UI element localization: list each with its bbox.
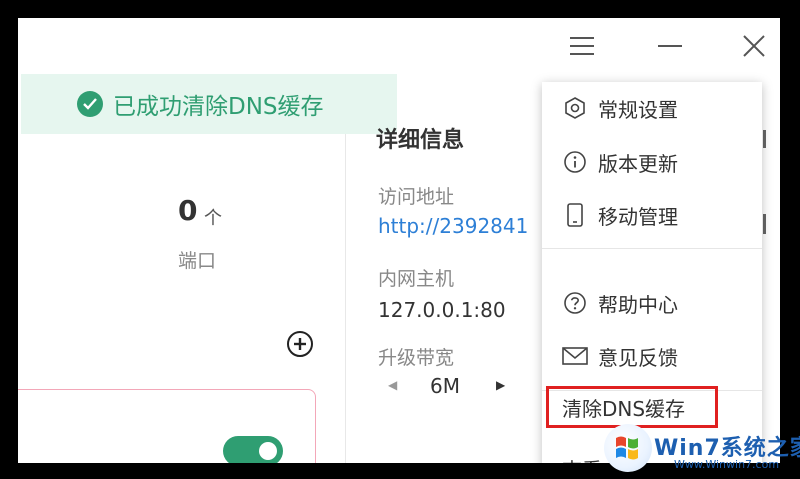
screenshot-frame: 已成功清除DNS缓存 0 个 端口 详细信息 访问地址 http://23928…: [0, 0, 800, 479]
mobile-icon: [562, 202, 588, 228]
title-bar: [18, 18, 780, 74]
bandwidth-value: 6M: [430, 374, 460, 398]
ports-label: 端口: [178, 250, 217, 272]
windows-logo-icon: [604, 424, 652, 472]
bandwidth-decrease-button[interactable]: ◀: [388, 378, 397, 392]
edge-fragment: [763, 214, 766, 234]
menu-separator: [542, 248, 762, 249]
success-toast: 已成功清除DNS缓存: [21, 74, 397, 134]
hamburger-icon: [570, 37, 594, 55]
menu-item-label: 帮助中心: [598, 292, 678, 317]
bandwidth-increase-button[interactable]: ▶: [496, 378, 505, 392]
plus-circle-icon: [287, 331, 313, 357]
close-button[interactable]: [738, 30, 770, 62]
details-title: 详细信息: [376, 128, 465, 153]
menu-item-feedback[interactable]: 意见反馈: [542, 332, 762, 380]
menu-item-label: 版本更新: [598, 151, 678, 176]
menu-item-mobile-management[interactable]: 移动管理: [542, 191, 762, 239]
minimize-button[interactable]: [654, 30, 686, 62]
tunnel-toggle[interactable]: [223, 436, 283, 463]
toast-message: 已成功清除DNS缓存: [113, 94, 324, 120]
main-menu-button[interactable]: [566, 30, 598, 62]
menu-item-label: 意见反馈: [598, 345, 678, 370]
menu-item-help-center[interactable]: 帮助中心: [542, 279, 762, 327]
intranet-host-label: 内网主机: [378, 268, 455, 290]
settings-icon: [562, 95, 588, 121]
check-circle-icon: [77, 91, 103, 117]
ports-unit: 个: [204, 208, 222, 229]
column-divider: [345, 134, 346, 463]
toggle-knob: [259, 442, 277, 460]
minimize-icon: [658, 45, 682, 47]
menu-item-label: 移动管理: [598, 204, 678, 229]
menu-item-view[interactable]: 查看: [562, 454, 602, 463]
menu-item-version-update[interactable]: 版本更新: [542, 138, 762, 186]
mail-icon: [562, 343, 588, 369]
dropdown-menu: 常规设置 版本更新 移动管理 帮助中心 意见反馈 清除DNS缓存: [542, 82, 762, 463]
access-address-label: 访问地址: [378, 186, 455, 208]
ports-count: 0: [178, 194, 198, 227]
info-icon: [562, 149, 588, 175]
upgrade-bandwidth-label: 升级带宽: [378, 347, 455, 369]
add-button[interactable]: [286, 330, 314, 358]
site-watermark: Win7系统之家 Www.Winwin7.com: [604, 420, 800, 478]
menu-item-general-settings[interactable]: 常规设置: [542, 84, 762, 132]
menu-item-label: 常规设置: [598, 97, 678, 122]
intranet-host-value: 127.0.0.1:80: [378, 298, 506, 322]
watermark-url: Www.Winwin7.com: [674, 458, 780, 471]
close-icon: [743, 35, 765, 57]
help-icon: [562, 290, 588, 316]
access-address-link[interactable]: http://2392841: [378, 214, 528, 238]
app-window: 已成功清除DNS缓存 0 个 端口 详细信息 访问地址 http://23928…: [18, 18, 780, 463]
edge-fragment: [763, 130, 766, 148]
